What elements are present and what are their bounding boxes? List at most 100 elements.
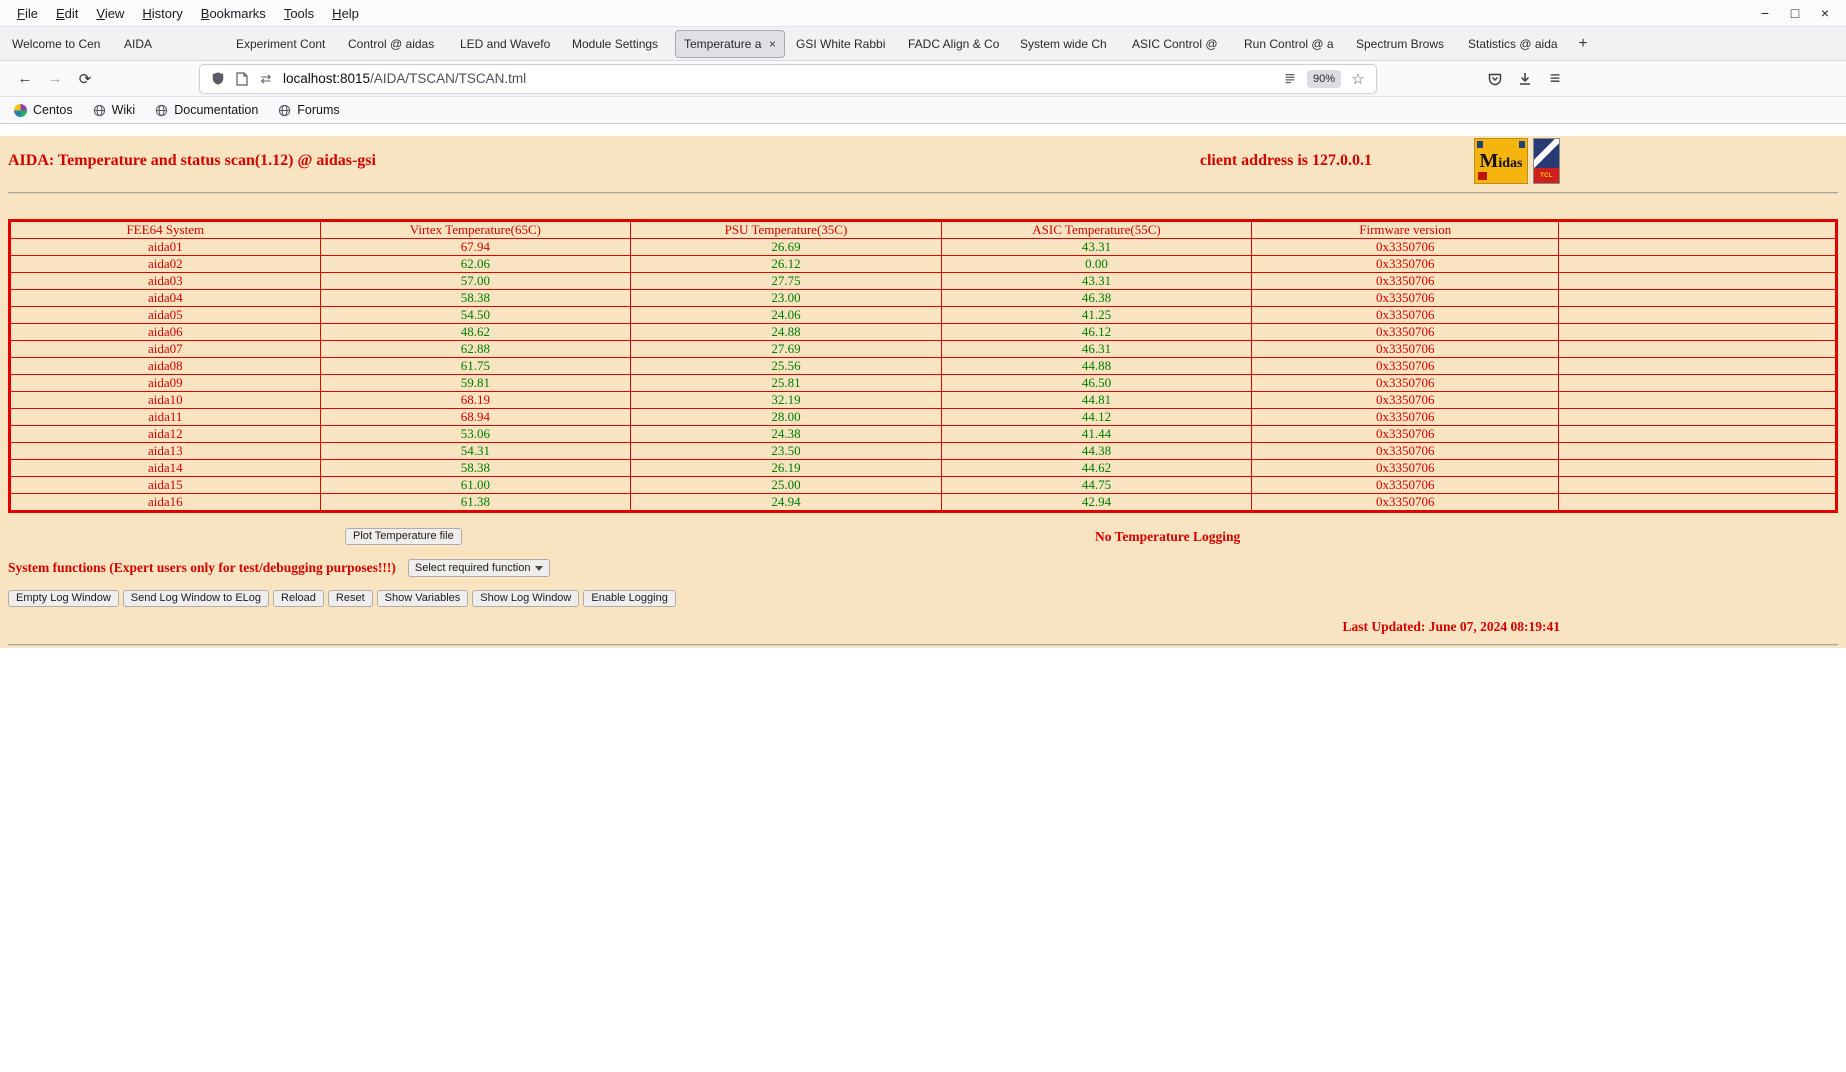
table-row: aida02 62.06 26.12 0.00 0x3350706 bbox=[9, 255, 1837, 273]
menu-view[interactable]: View bbox=[87, 2, 133, 25]
firmware-version: 0x3350706 bbox=[1251, 374, 1560, 392]
plot-row: Plot Temperature file No Temperature Log… bbox=[8, 528, 1838, 546]
tab-welcome-to-cen[interactable]: Welcome to Cen bbox=[3, 30, 113, 58]
table-row: aida07 62.88 27.69 46.31 0x3350706 bbox=[9, 340, 1837, 358]
tab-gsi-white-rabbi[interactable]: GSI White Rabbi bbox=[787, 30, 897, 58]
asic-temperature: 44.75 bbox=[940, 476, 1253, 494]
table-row: aida06 48.62 24.88 46.12 0x3350706 bbox=[9, 323, 1837, 341]
fee64-name: aida12 bbox=[9, 425, 321, 443]
logging-status: No Temperature Logging bbox=[1095, 529, 1241, 544]
minimize-button[interactable]: − bbox=[1750, 5, 1780, 21]
empty-log-window-button[interactable]: Empty Log Window bbox=[8, 590, 119, 607]
virtex-temperature: 68.19 bbox=[319, 391, 632, 409]
tab-led-and-wavefo[interactable]: LED and Wavefo bbox=[451, 30, 561, 58]
virtex-temperature: 57.00 bbox=[319, 272, 632, 290]
psu-temperature: 27.75 bbox=[630, 272, 942, 290]
bottom-divider bbox=[8, 644, 1838, 646]
firmware-version: 0x3350706 bbox=[1251, 272, 1560, 290]
psu-temperature: 24.88 bbox=[630, 323, 942, 341]
asic-temperature: 46.12 bbox=[940, 323, 1253, 341]
function-select[interactable]: Select required function bbox=[407, 559, 550, 577]
table-row: aida16 61.38 24.94 42.94 0x3350706 bbox=[9, 493, 1837, 512]
show-variables-button[interactable]: Show Variables bbox=[376, 590, 469, 607]
tab-control-aidas[interactable]: Control @ aidas bbox=[339, 30, 449, 58]
downloads-icon[interactable] bbox=[1510, 65, 1540, 93]
url-bar[interactable]: ⇄ localhost:8015/AIDA/TSCAN/TSCAN.tml 90… bbox=[200, 64, 1376, 93]
fee64-name: aida14 bbox=[9, 459, 321, 477]
bookmark-centos[interactable]: Centos bbox=[4, 97, 83, 123]
table-row: aida10 68.19 32.19 44.81 0x3350706 bbox=[9, 391, 1837, 409]
firmware-version: 0x3350706 bbox=[1251, 442, 1560, 460]
chevron-down-icon bbox=[534, 565, 543, 571]
close-window-button[interactable]: × bbox=[1810, 5, 1840, 21]
reload-button[interactable]: Reload bbox=[273, 590, 324, 607]
tab-aida[interactable]: AIDA bbox=[115, 30, 225, 58]
maximize-button[interactable]: □ bbox=[1780, 5, 1810, 21]
enable-logging-button[interactable]: Enable Logging bbox=[583, 590, 676, 607]
tab-system-wide-ch[interactable]: System wide Ch bbox=[1011, 30, 1121, 58]
firmware-version: 0x3350706 bbox=[1251, 425, 1560, 443]
tab-run-control-a[interactable]: Run Control @ a bbox=[1235, 30, 1345, 58]
menu-edit[interactable]: Edit bbox=[47, 2, 87, 25]
virtex-temperature: 61.00 bbox=[319, 476, 632, 494]
tab-label: GSI White Rabbi bbox=[796, 36, 886, 51]
globe-icon bbox=[93, 104, 106, 117]
menu-history[interactable]: History bbox=[133, 2, 191, 25]
tab-close-icon[interactable]: × bbox=[769, 37, 776, 51]
show-log-window-button[interactable]: Show Log Window bbox=[472, 590, 580, 607]
firmware-version: 0x3350706 bbox=[1251, 476, 1560, 494]
menu-bookmarks[interactable]: Bookmarks bbox=[192, 2, 275, 25]
spacer-cell bbox=[1558, 323, 1837, 341]
forward-button[interactable]: → bbox=[40, 65, 70, 93]
table-row: aida11 68.94 28.00 44.12 0x3350706 bbox=[9, 408, 1837, 426]
virtex-temperature: 62.06 bbox=[319, 255, 632, 273]
divider bbox=[8, 192, 1838, 194]
asic-temperature: 44.62 bbox=[940, 459, 1253, 477]
tab-temperature-a[interactable]: Temperature a × bbox=[675, 29, 785, 58]
https-switch-icon[interactable]: ⇄ bbox=[254, 71, 278, 87]
plot-temperature-file-button[interactable]: Plot Temperature file bbox=[345, 528, 462, 545]
firmware-version: 0x3350706 bbox=[1251, 306, 1560, 324]
app-menu-icon[interactable]: ≡ bbox=[1540, 65, 1570, 93]
bookmark-star-icon[interactable]: ☆ bbox=[1346, 70, 1370, 88]
virtex-temperature: 54.50 bbox=[319, 306, 632, 324]
menu-tools[interactable]: Tools bbox=[275, 2, 323, 25]
tab-asic-control[interactable]: ASIC Control @ bbox=[1123, 30, 1233, 58]
tab-experiment-cont[interactable]: Experiment Cont bbox=[227, 30, 337, 58]
url-text[interactable]: localhost:8015/AIDA/TSCAN/TSCAN.tml bbox=[283, 71, 1278, 86]
tab-statistics-aida[interactable]: Statistics @ aida bbox=[1459, 30, 1569, 58]
new-tab-button[interactable]: + bbox=[1570, 31, 1596, 57]
site-info-page-icon[interactable] bbox=[230, 71, 254, 86]
browser-viewport: AIDA: Temperature and status scan(1.12) … bbox=[0, 124, 1846, 1072]
psu-temperature: 26.69 bbox=[630, 238, 942, 256]
bookmark-wiki[interactable]: Wiki bbox=[83, 97, 146, 123]
reader-mode-icon[interactable] bbox=[1278, 72, 1302, 86]
asic-temperature: 44.88 bbox=[940, 357, 1253, 375]
spacer-cell bbox=[1558, 459, 1837, 477]
table-row: aida04 58.38 23.00 46.38 0x3350706 bbox=[9, 289, 1837, 307]
asic-temperature: 44.81 bbox=[940, 391, 1253, 409]
midas-logo: Midas bbox=[1474, 138, 1528, 184]
tab-label: Statistics @ aida bbox=[1468, 36, 1558, 51]
bookmark-documentation[interactable]: Documentation bbox=[145, 97, 268, 123]
tracking-protection-shield-icon[interactable] bbox=[206, 71, 230, 86]
fee64-name: aida16 bbox=[9, 493, 321, 512]
firmware-version: 0x3350706 bbox=[1251, 340, 1560, 358]
bookmark-forums[interactable]: Forums bbox=[268, 97, 349, 123]
menu-file[interactable]: File bbox=[8, 2, 47, 25]
pocket-icon[interactable] bbox=[1480, 65, 1510, 93]
tab-fadc-align-co[interactable]: FADC Align & Co bbox=[899, 30, 1009, 58]
tab-spectrum-brows[interactable]: Spectrum Brows bbox=[1347, 30, 1457, 58]
firmware-version: 0x3350706 bbox=[1251, 289, 1560, 307]
table-row: aida01 67.94 26.69 43.31 0x3350706 bbox=[9, 238, 1837, 256]
spacer-cell bbox=[1558, 306, 1837, 324]
reload-button[interactable]: ⟳ bbox=[70, 65, 100, 93]
asic-temperature: 41.25 bbox=[940, 306, 1253, 324]
send-log-window-to-elog-button[interactable]: Send Log Window to ELog bbox=[122, 590, 270, 607]
zoom-level-button[interactable]: 90% bbox=[1306, 69, 1341, 88]
reset-button[interactable]: Reset bbox=[327, 590, 373, 607]
menu-help[interactable]: Help bbox=[323, 2, 368, 25]
url-path: /AIDA/TSCAN/TSCAN.tml bbox=[370, 71, 527, 86]
back-button[interactable]: ← bbox=[10, 65, 40, 93]
tab-module-settings[interactable]: Module Settings bbox=[563, 30, 673, 58]
